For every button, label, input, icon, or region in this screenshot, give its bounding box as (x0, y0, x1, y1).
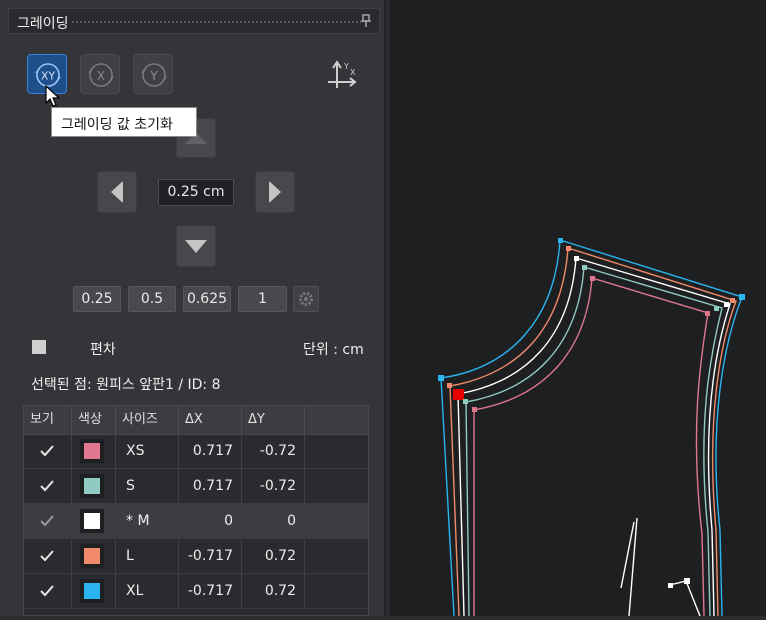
pattern-drawing (438, 238, 745, 617)
grade-y-icon: Y (141, 63, 167, 87)
size-cell: XS (116, 434, 179, 468)
piece-outline-s (465, 266, 723, 617)
table-row[interactable]: XS 0.717 -0.72 (24, 434, 368, 469)
svg-text:X: X (350, 68, 356, 77)
checkmark-icon[interactable] (24, 574, 72, 608)
color-swatch[interactable] (80, 474, 104, 498)
grade-y-label: Y (149, 69, 158, 83)
table-header: 보기 색상 사이즈 ΔX ΔY (24, 406, 368, 435)
dy-cell[interactable]: -0.72 (242, 434, 305, 468)
checkmark-icon[interactable] (24, 539, 72, 573)
table-row[interactable]: XL -0.717 0.72 (24, 574, 368, 609)
grade-xy-label: XY (41, 70, 56, 83)
size-cell: XL (116, 574, 179, 608)
table-row[interactable]: * M00 (24, 504, 368, 539)
color-swatch[interactable] (80, 544, 104, 568)
axis-xy-icon[interactable]: Y X (324, 58, 358, 92)
pattern-viewport[interactable] (390, 0, 766, 617)
drag-grip[interactable] (71, 20, 361, 25)
panel-header: 그레이딩 (8, 8, 380, 34)
dy-cell[interactable]: 0.72 (242, 539, 305, 573)
mouse-cursor-icon (45, 84, 61, 107)
dy-cell[interactable]: -0.72 (242, 469, 305, 503)
step-value-button[interactable]: 1 (238, 286, 287, 312)
column-header-dx[interactable]: ΔX (179, 406, 242, 434)
visible-cell[interactable] (24, 539, 72, 573)
dx-cell[interactable]: -0.717 (179, 574, 242, 608)
step-value-button[interactable]: 0.5 (128, 286, 176, 312)
grading-size-table: 보기 색상 사이즈 ΔX ΔY XS 0.717 -0.72 S 0.717 -0.72 *… (23, 405, 369, 616)
checkmark-icon[interactable] (24, 434, 72, 468)
dy-cell[interactable]: 0.72 (242, 574, 305, 608)
arrow-left-icon (111, 181, 123, 203)
move-distance-field[interactable]: 0.25 cm (158, 179, 234, 206)
color-swatch[interactable] (80, 509, 104, 533)
svg-text:Y: Y (343, 62, 349, 71)
dy-cell[interactable]: 0 (242, 504, 305, 538)
unit-label: 단위 : cm (303, 342, 364, 358)
pin-icon[interactable] (361, 14, 371, 28)
move-left-button[interactable] (97, 171, 137, 213)
color-cell[interactable] (72, 574, 116, 608)
color-cell[interactable] (72, 434, 116, 468)
deviation-label: 편차 (90, 342, 116, 358)
step-value-button[interactable]: 0.625 (183, 286, 231, 312)
visible-cell[interactable] (24, 504, 72, 538)
grade-y-button[interactable]: Y (133, 54, 173, 94)
grade-x-label: X (97, 69, 105, 83)
visible-cell[interactable] (24, 434, 72, 468)
size-cell: S (116, 469, 179, 503)
color-swatch[interactable] (80, 579, 104, 603)
tooltip: 그레이딩 값 초기화 (51, 107, 197, 137)
checkmark-icon[interactable] (24, 469, 72, 503)
size-cell: * M (116, 504, 179, 538)
dx-cell[interactable]: 0.717 (179, 469, 242, 503)
deviation-checkbox[interactable] (32, 340, 46, 354)
column-header-visible[interactable]: 보기 (24, 406, 72, 434)
column-header-dy[interactable]: ΔY (242, 406, 305, 434)
column-header-color[interactable]: 색상 (72, 406, 116, 434)
arrow-down-icon (185, 240, 207, 253)
color-cell[interactable] (72, 539, 116, 573)
grade-x-icon: X (88, 63, 114, 87)
piece-outline-xs (473, 277, 709, 617)
color-cell[interactable] (72, 504, 116, 538)
panel-title: 그레이딩 (17, 16, 69, 32)
color-swatch[interactable] (80, 439, 104, 463)
arrow-right-icon (269, 181, 281, 203)
visible-cell[interactable] (24, 574, 72, 608)
grade-x-button[interactable]: X (80, 54, 120, 94)
column-header-size[interactable]: 사이즈 (116, 406, 179, 434)
table-row[interactable]: L -0.717 0.72 (24, 539, 368, 574)
table-row[interactable]: S 0.717 -0.72 (24, 469, 368, 504)
visible-cell[interactable] (24, 469, 72, 503)
checkmark-icon[interactable] (24, 504, 72, 538)
move-down-button[interactable] (176, 225, 216, 267)
gear-icon (299, 292, 313, 306)
selected-point-label: 선택된 점: 원피스 앞판1 / ID: 8 (31, 377, 221, 393)
step-settings-button[interactable] (293, 286, 319, 312)
color-cell[interactable] (72, 469, 116, 503)
step-value-button[interactable]: 0.25 (73, 286, 121, 312)
selected-point-marker (453, 389, 464, 400)
dx-cell[interactable]: -0.717 (179, 539, 242, 573)
piece-outline-m (457, 257, 731, 617)
piece-outline-l (449, 247, 737, 617)
dx-cell[interactable]: 0.717 (179, 434, 242, 468)
dx-cell[interactable]: 0 (179, 504, 242, 538)
move-right-button[interactable] (255, 171, 295, 213)
size-cell: L (116, 539, 179, 573)
